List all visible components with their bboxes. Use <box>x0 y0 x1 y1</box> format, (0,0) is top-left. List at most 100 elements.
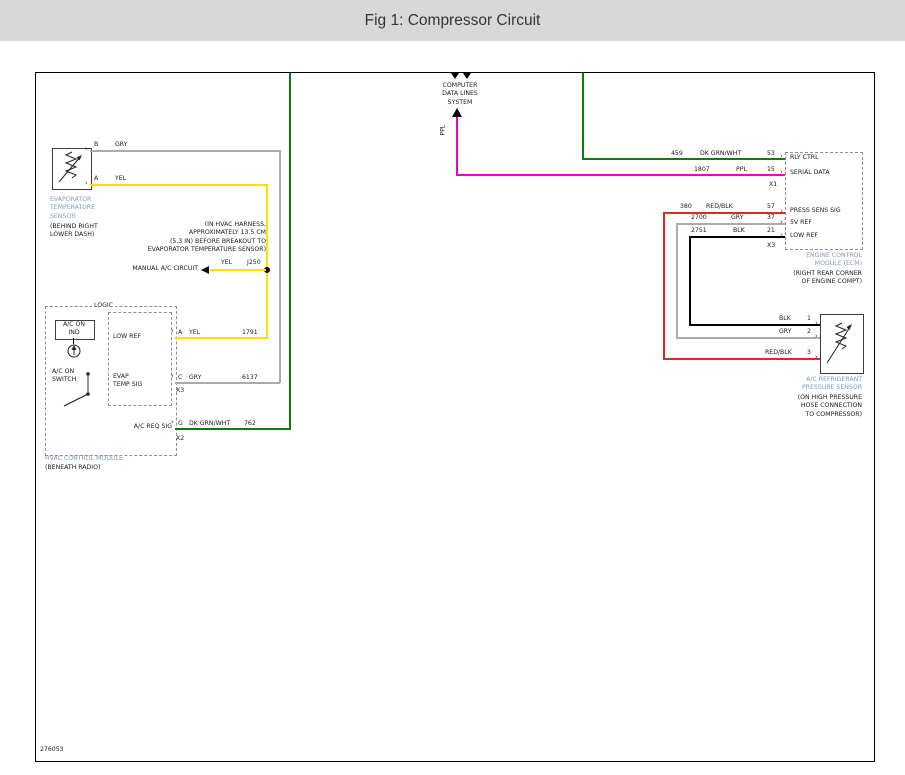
hvac-pin-a: A <box>178 329 182 337</box>
terminal-chevron <box>171 419 174 426</box>
wire-gry-vertical-2 <box>676 223 678 338</box>
wire-yel-branch <box>210 269 266 271</box>
ecm-conn-x1: X1 <box>769 181 777 189</box>
up-arrow-icon <box>452 108 462 117</box>
pressure-sensor-name: A/C REFRIGERANT PRESSURE SENSOR <box>760 376 862 393</box>
ecm-5v-ref-label: 5V REF <box>790 219 812 227</box>
left-arrow-icon <box>201 266 209 274</box>
ecm-pin-53: 53 <box>767 150 775 158</box>
data-lines-label: COMPUTER DATA LINES SYSTEM <box>425 82 495 107</box>
ecm-conn-x3: X3 <box>767 242 775 250</box>
pressure-sensor-location: (ON HIGH PRESSURE HOSE CONNECTION TO COM… <box>760 394 862 419</box>
evap-wire-a-label: YEL <box>115 175 126 183</box>
wire-blk-to-sensor <box>689 324 820 326</box>
harness-note: (IN HVAC HARNESS, APPROXIMATELY 13.5 CM … <box>128 221 266 255</box>
wire-mag-vertical <box>456 117 458 176</box>
ecm-rly-ctrl-label: RLY CTRL <box>790 154 819 162</box>
hvac-pin-g: G <box>178 420 183 428</box>
pressure-sensor-box <box>820 314 864 374</box>
ps-pin-3: 3 <box>807 349 811 357</box>
hvac-pin-c: C <box>178 374 182 382</box>
splice-id: J250 <box>247 259 261 267</box>
wire-grn-rly-vertical <box>582 73 584 160</box>
terminal-chevron <box>780 219 783 226</box>
wire-gry-horizontal <box>676 223 785 225</box>
ecm-wire-1807: PPL <box>736 166 747 174</box>
ecm-ckt-1807: 1807 <box>694 166 710 174</box>
splice-wire-label: YEL <box>221 259 232 267</box>
down-arrow-icon <box>451 73 459 79</box>
ppl-wire-label: PPL <box>439 125 447 136</box>
terminal-chevron <box>780 232 783 239</box>
hvac-logic-box <box>108 312 172 406</box>
terminal-chevron <box>780 208 783 215</box>
evap-terminal-a: A <box>94 175 98 183</box>
terminal-chevron <box>780 153 783 160</box>
ecm-wire-459: DK GRN/WHT <box>700 150 741 158</box>
terminal-chevron <box>85 180 88 187</box>
hvac-ckt-a: 1791 <box>242 329 258 337</box>
wire-gry-to-sensor <box>676 337 820 339</box>
ecm-ckt-2751: 2751 <box>691 227 707 235</box>
ecm-ckt-380: 380 <box>680 203 692 211</box>
figure-title: Fig 1: Compressor Circuit <box>365 12 541 30</box>
terminal-chevron <box>171 373 174 380</box>
wire-blk-horizontal <box>689 236 785 238</box>
evap-terminal-b: B <box>94 141 98 149</box>
ecm-low-ref-label: LOW REF <box>790 232 818 240</box>
wire-red-vertical <box>663 212 665 360</box>
evap-sensor-location: (BEHIND RIGHT LOWER DASH) <box>50 223 98 240</box>
ecm-pin-21: 21 <box>767 227 775 235</box>
ecm-ckt-459: 459 <box>671 150 683 158</box>
ecm-wire-380: RED/BLK <box>706 203 733 211</box>
ac-req-sig-label: A/C REQ SIG <box>98 423 172 431</box>
evap-sensor-name: EVAPORATOR TEMPERATURE SENSOR <box>50 196 95 221</box>
ecm-serial-data-label: SERIAL DATA <box>790 169 830 177</box>
ps-pin-2: 2 <box>807 328 811 336</box>
ac-on-ind-label: A/C ON IND <box>55 321 93 338</box>
terminal-chevron <box>815 354 818 361</box>
terminal-chevron <box>171 328 174 335</box>
down-arrow-icon <box>463 73 471 79</box>
hvac-wire-c: GRY <box>189 374 201 382</box>
hvac-conn-x2: X2 <box>176 435 184 443</box>
wire-gry-vertical <box>279 150 281 383</box>
wire-grn-vertical <box>289 73 291 430</box>
terminal-chevron <box>815 320 818 327</box>
logic-label: LOGIC <box>92 302 115 310</box>
wire-blk-vertical <box>689 236 691 325</box>
ecm-name: ENGINE CONTROL MODULE (ECM) <box>760 252 862 269</box>
pressure-transducer-icon <box>821 315 861 371</box>
ecm-wire-2751: BLK <box>733 227 745 235</box>
hvac-ckt-g: 762 <box>244 420 256 428</box>
hvac-conn-x3: X3 <box>176 387 184 395</box>
wire-grn-rly-horizontal <box>582 158 785 160</box>
ecm-pin-15: 15 <box>767 166 775 174</box>
indicator-lamp-icon <box>66 343 82 359</box>
hvac-wire-a: YEL <box>189 329 200 337</box>
ps-wire-3: RED/BLK <box>765 349 792 357</box>
diagram-number: 276053 <box>40 746 64 754</box>
wire-red-to-sensor <box>663 358 820 360</box>
ps-wire-1: BLK <box>779 315 791 323</box>
terminal-chevron <box>815 333 818 340</box>
wire-yel-vertical <box>266 184 268 339</box>
manual-ac-circuit-label: MANUAL A/C CIRCUIT <box>118 265 198 273</box>
wiring-diagram-page: Fig 1: Compressor Circuit B GRY A YEL EV… <box>0 0 905 775</box>
ecm-pin-37: 37 <box>767 214 775 222</box>
hvac-ckt-c: 6137 <box>242 374 258 382</box>
ecm-wire-2700: GRY <box>731 214 743 222</box>
ecm-ckt-2700: 2700 <box>691 214 707 222</box>
hvac-module-name: HVAC CONTROL MODULE <box>45 455 123 463</box>
figure-header: Fig 1: Compressor Circuit <box>0 0 905 41</box>
ecm-location: (RIGHT REAR CORNER OF ENGINE COMPT) <box>760 270 862 287</box>
ecm-press-sens-label: PRESS SENS SIG <box>790 207 841 215</box>
wire-gry-evap <box>90 150 280 152</box>
switch-icon <box>55 366 95 410</box>
thermistor-icon <box>53 149 89 187</box>
ecm-pin-57: 57 <box>767 203 775 211</box>
low-ref-label: LOW REF <box>113 333 141 341</box>
hvac-wire-g: DK GRN/WHT <box>189 420 230 428</box>
ps-pin-1: 1 <box>807 315 811 323</box>
evap-wire-b-label: GRY <box>115 141 127 149</box>
